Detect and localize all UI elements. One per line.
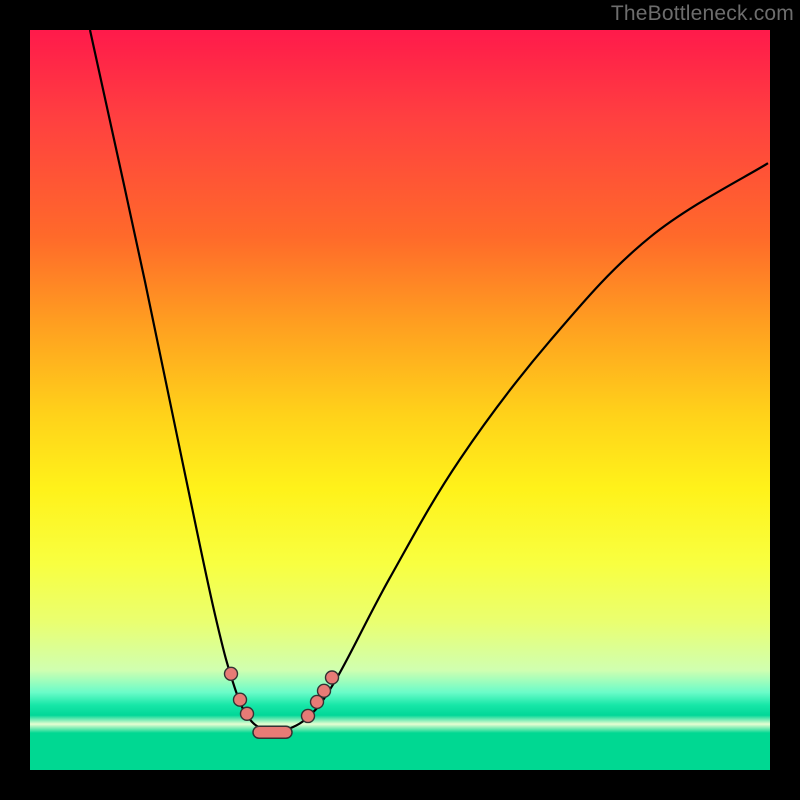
data-marker: [225, 667, 238, 680]
curve-right: [275, 163, 768, 733]
chart-svg: [30, 30, 770, 770]
data-marker: [318, 684, 331, 697]
markers-right: [302, 671, 339, 722]
data-marker: [234, 693, 247, 706]
data-marker: [241, 707, 254, 720]
plot-area: [30, 30, 770, 770]
watermark-label: TheBottleneck.com: [611, 2, 794, 26]
trough-marker-pill: [253, 726, 292, 738]
markers-left: [225, 667, 254, 720]
chart-frame: TheBottleneck.com: [0, 0, 800, 800]
curve-left: [90, 30, 275, 733]
data-marker: [302, 709, 315, 722]
data-marker: [326, 671, 339, 684]
